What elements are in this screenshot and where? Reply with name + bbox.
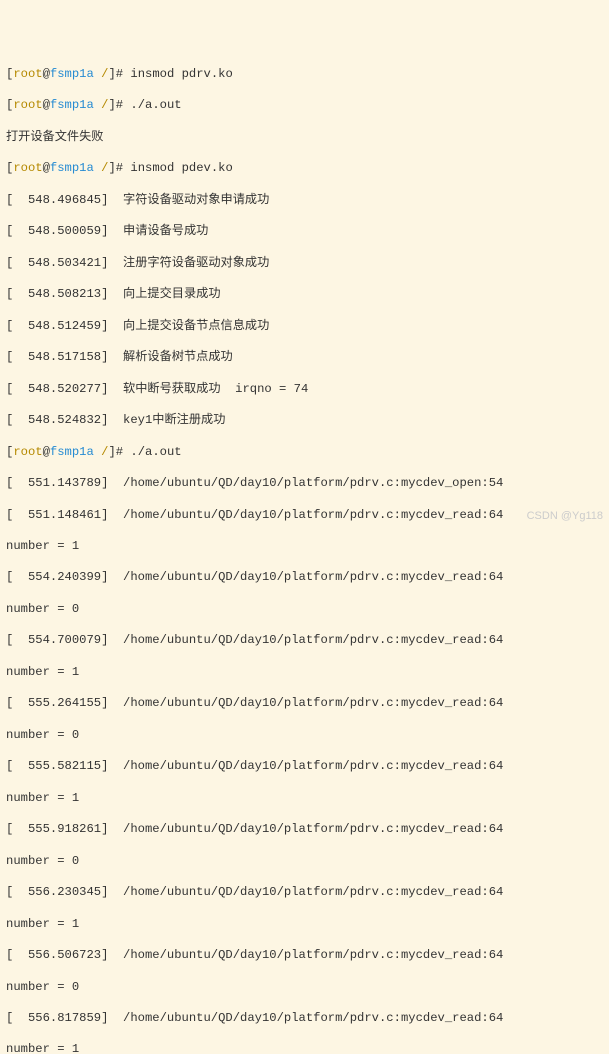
- terminal-line: [root@fsmp1a /]# insmod pdev.ko: [6, 161, 603, 177]
- output-line: [ 548.496845] 字符设备驱动对象申请成功: [6, 193, 603, 209]
- prompt-close: ]#: [108, 67, 130, 81]
- prompt-host: fsmp1a: [50, 445, 94, 459]
- output-line: [ 548.508213] 向上提交目录成功: [6, 287, 603, 303]
- output-line: [ 551.143789] /home/ubuntu/QD/day10/plat…: [6, 476, 603, 492]
- output-line: [ 556.230345] /home/ubuntu/QD/day10/plat…: [6, 885, 603, 901]
- output-line: [ 548.517158] 解析设备树节点成功: [6, 350, 603, 366]
- output-line: number = 1: [6, 917, 603, 933]
- prompt-path: /: [94, 161, 109, 175]
- output-line: 打开设备文件失败: [6, 130, 603, 146]
- command-text[interactable]: ./a.out: [130, 98, 181, 112]
- output-line: [ 555.264155] /home/ubuntu/QD/day10/plat…: [6, 696, 603, 712]
- prompt-user: root: [13, 445, 42, 459]
- prompt-path: /: [94, 445, 109, 459]
- prompt-path: /: [94, 98, 109, 112]
- output-line: number = 0: [6, 980, 603, 996]
- output-line: [ 548.512459] 向上提交设备节点信息成功: [6, 319, 603, 335]
- output-line: number = 0: [6, 854, 603, 870]
- prompt-host: fsmp1a: [50, 161, 94, 175]
- terminal-line: [root@fsmp1a /]# insmod pdrv.ko: [6, 67, 603, 83]
- prompt-close: ]#: [108, 445, 130, 459]
- output-line: [ 548.524832] key1中断注册成功: [6, 413, 603, 429]
- output-line: number = 0: [6, 728, 603, 744]
- output-line: number = 1: [6, 1042, 603, 1054]
- watermark-text: CSDN @Yg118: [527, 509, 603, 523]
- prompt-close: ]#: [108, 98, 130, 112]
- prompt-user: root: [13, 161, 42, 175]
- terminal-line: [root@fsmp1a /]# ./a.out: [6, 445, 603, 461]
- output-line: number = 1: [6, 539, 603, 555]
- terminal-line: [root@fsmp1a /]# ./a.out: [6, 98, 603, 114]
- prompt-at: @: [43, 161, 50, 175]
- command-text[interactable]: insmod pdrv.ko: [130, 67, 232, 81]
- output-line: [ 548.520277] 软中断号获取成功 irqno = 74: [6, 382, 603, 398]
- output-line: [ 555.582115] /home/ubuntu/QD/day10/plat…: [6, 759, 603, 775]
- prompt-close: ]#: [108, 161, 130, 175]
- prompt-at: @: [43, 445, 50, 459]
- prompt-at: @: [43, 67, 50, 81]
- prompt-user: root: [13, 67, 42, 81]
- command-text[interactable]: insmod pdev.ko: [130, 161, 232, 175]
- prompt-at: @: [43, 98, 50, 112]
- output-line: number = 1: [6, 665, 603, 681]
- output-line: [ 548.500059] 申请设备号成功: [6, 224, 603, 240]
- output-line: number = 1: [6, 791, 603, 807]
- output-line: number = 0: [6, 602, 603, 618]
- output-line: [ 556.506723] /home/ubuntu/QD/day10/plat…: [6, 948, 603, 964]
- prompt-user: root: [13, 98, 42, 112]
- output-line: [ 555.918261] /home/ubuntu/QD/day10/plat…: [6, 822, 603, 838]
- output-line: [ 554.240399] /home/ubuntu/QD/day10/plat…: [6, 570, 603, 586]
- prompt-path: /: [94, 67, 109, 81]
- command-text[interactable]: ./a.out: [130, 445, 181, 459]
- prompt-host: fsmp1a: [50, 98, 94, 112]
- output-line: [ 548.503421] 注册字符设备驱动对象成功: [6, 256, 603, 272]
- prompt-host: fsmp1a: [50, 67, 94, 81]
- output-line: [ 556.817859] /home/ubuntu/QD/day10/plat…: [6, 1011, 603, 1027]
- output-line: [ 551.148461] /home/ubuntu/QD/day10/plat…: [6, 508, 603, 524]
- output-line: [ 554.700079] /home/ubuntu/QD/day10/plat…: [6, 633, 603, 649]
